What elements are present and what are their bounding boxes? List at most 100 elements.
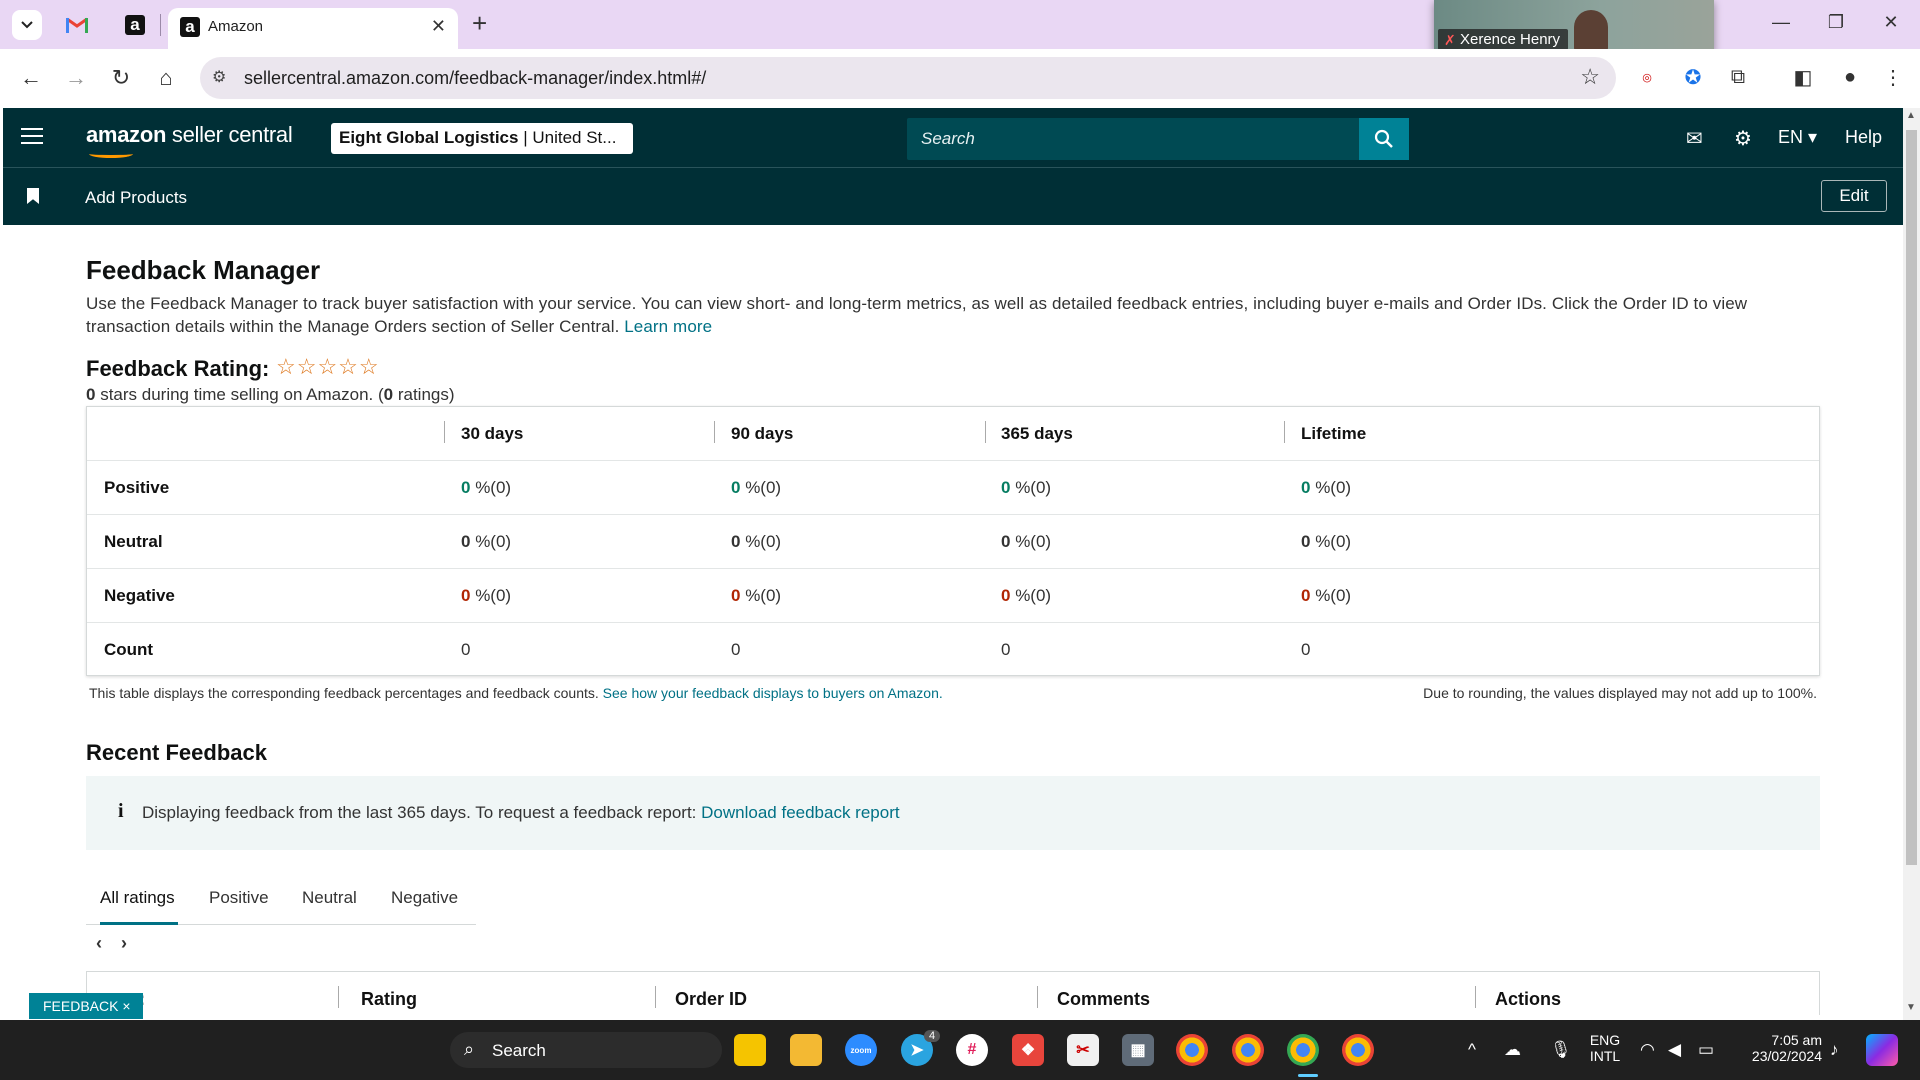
site-info-icon[interactable]: ⚙ (212, 67, 232, 87)
app-red-icon[interactable]: ❖ (1012, 1034, 1044, 1066)
extension-puzzle-blue-icon[interactable]: ✪ (1680, 64, 1706, 90)
back-button[interactable]: ← (16, 65, 46, 91)
windows-start-icon[interactable] (400, 1034, 432, 1066)
column-header: 30 days (461, 424, 524, 443)
more-menu-icon[interactable]: ⋮ (1880, 64, 1906, 90)
address-bar[interactable]: ⚙ sellercentral.amazon.com/feedback-mana… (200, 57, 1616, 99)
close-tab-icon[interactable]: ✕ (431, 16, 446, 37)
participant-video (1574, 10, 1608, 52)
feedback-widget-button[interactable]: FEEDBACK × (29, 993, 143, 1019)
stars-summary: 0 stars during time selling on Amazon. (… (86, 385, 455, 405)
battery-icon[interactable]: ▭ (1698, 1040, 1714, 1060)
column-divider (1475, 986, 1476, 1008)
extensions-icon[interactable]: ⧉ (1725, 64, 1751, 90)
calculator-icon[interactable]: ▦ (1122, 1034, 1154, 1066)
header-bookmarks-row: Add Products Edit (3, 169, 1903, 225)
amazon-pinned-tab[interactable]: a (122, 12, 148, 38)
table-cell: 0 (731, 640, 741, 659)
settings-gear-icon[interactable]: ⚙ (1734, 126, 1752, 151)
seller-central-logo[interactable]: amazon seller central (86, 122, 293, 148)
tab-positive[interactable]: Positive (209, 888, 269, 908)
sticky-notes-icon[interactable] (734, 1034, 766, 1066)
amazon-smile-logo (89, 150, 133, 158)
scroll-up-arrow-icon[interactable]: ▲ (1906, 110, 1916, 121)
tab-search-button[interactable] (12, 10, 42, 40)
search-button[interactable] (1359, 118, 1409, 160)
microphone-icon[interactable]: 🎙 (1550, 1040, 1572, 1060)
new-tab-button[interactable]: + (472, 10, 487, 36)
taskbar-search[interactable]: ⌕ Search (450, 1032, 722, 1068)
page-scrollbar[interactable]: ▲ ▼ (1903, 108, 1920, 1020)
column-header-comments[interactable]: Comments (1057, 989, 1150, 1010)
home-button[interactable]: ⌂ (151, 65, 181, 91)
messages-mail-icon[interactable]: ✉ (1686, 126, 1703, 151)
seller-search-input[interactable] (907, 118, 1359, 160)
download-feedback-report-link[interactable]: Download feedback report (701, 803, 899, 822)
copilot-icon[interactable] (1866, 1034, 1898, 1066)
tab-negative[interactable]: Negative (391, 888, 458, 908)
learn-more-link[interactable]: Learn more (624, 317, 712, 336)
tab-neutral[interactable]: Neutral (302, 888, 357, 908)
table-cell: 0 %(0) (731, 532, 782, 551)
minimize-window-button[interactable]: — (1766, 12, 1796, 33)
chrome-profile-icon[interactable] (1232, 1034, 1264, 1066)
profile-avatar-icon[interactable]: ● (1837, 64, 1863, 90)
side-panel-icon[interactable]: ◧ (1790, 64, 1816, 90)
extension-icon[interactable]: ◎ (1634, 64, 1660, 90)
table-cell: 0 %(0) (461, 586, 512, 605)
onedrive-cloud-icon[interactable]: ☁ (1504, 1040, 1521, 1060)
show-hidden-icons-icon[interactable]: ^ (1468, 1040, 1476, 1060)
notification-bell-icon[interactable]: ♪ (1830, 1040, 1839, 1060)
rounding-note: Due to rounding, the values displayed ma… (1423, 685, 1817, 701)
bookmark-add-products[interactable]: Add Products (85, 188, 187, 208)
video-call-tile[interactable]: ✗ Xerence Henry (1434, 0, 1714, 52)
feedback-display-link[interactable]: See how your feedback displays to buyers… (603, 685, 943, 701)
file-explorer-icon[interactable] (790, 1034, 822, 1066)
info-alert-text: Displaying feedback from the last 365 da… (142, 803, 900, 823)
chevron-down-icon (21, 21, 33, 29)
scroll-down-arrow-icon[interactable]: ▼ (1906, 1002, 1916, 1013)
scroll-thumb[interactable] (1906, 130, 1917, 865)
telegram-badge: 4 (924, 1030, 940, 1042)
column-header-order-id[interactable]: Order ID (675, 989, 747, 1010)
help-link[interactable]: Help (1845, 127, 1882, 148)
hamburger-menu-icon[interactable] (21, 128, 43, 146)
edit-bookmarks-button[interactable]: Edit (1821, 180, 1887, 212)
forward-button[interactable]: → (61, 65, 91, 91)
account-switcher[interactable]: Eight Global Logistics | United St... (331, 123, 633, 154)
bookmark-star-icon[interactable]: ☆ (1580, 64, 1600, 90)
zoom-icon[interactable]: zoom (845, 1034, 877, 1066)
volume-icon[interactable]: ◀ (1668, 1040, 1681, 1060)
mic-off-icon: ✗ (1444, 32, 1456, 48)
chrome-icon[interactable] (1176, 1034, 1208, 1066)
seller-central-header: amazon seller central Eight Global Logis… (3, 108, 1903, 225)
system-clock[interactable]: 7:05 am 23/02/2024 (1736, 1032, 1822, 1064)
slack-icon[interactable]: # (956, 1034, 988, 1066)
close-window-button[interactable]: ✕ (1876, 12, 1906, 33)
gmail-pinned-tab[interactable] (64, 12, 90, 38)
url-text[interactable]: sellercentral.amazon.com/feedback-manage… (244, 68, 706, 89)
participant-name: Xerence Henry (1460, 31, 1561, 48)
header-top-row: amazon seller central Eight Global Logis… (3, 108, 1903, 168)
wifi-icon[interactable]: ◠ (1640, 1040, 1655, 1060)
rating-stars-icon: ☆☆☆☆☆ (276, 354, 380, 379)
tab-divider (160, 14, 161, 36)
column-header-rating[interactable]: Rating (361, 989, 417, 1010)
table-cell: 0 (1301, 640, 1311, 659)
row-label: Count (104, 640, 154, 659)
restore-window-button[interactable]: ❐ (1821, 12, 1851, 33)
reload-button[interactable]: ↻ (106, 65, 136, 91)
chrome-active-icon[interactable] (1287, 1034, 1319, 1066)
language-indicator[interactable]: ENG INTL (1588, 1032, 1622, 1064)
chevron-left-icon[interactable]: ‹ (96, 933, 102, 953)
language-selector[interactable]: EN ▾ (1778, 127, 1817, 148)
bookmark-icon[interactable] (27, 188, 39, 204)
chevron-right-icon[interactable]: › (121, 933, 127, 953)
row-label: Negative (104, 586, 175, 605)
snipping-tool-icon[interactable]: ✂ (1067, 1034, 1099, 1066)
table-cell: 0 %(0) (1301, 586, 1352, 605)
tab-all-ratings[interactable]: All ratings (100, 888, 175, 908)
language-code: ENG (1589, 1032, 1621, 1048)
active-browser-tab[interactable]: a Amazon ✕ (168, 8, 458, 49)
chrome-other-icon[interactable] (1342, 1034, 1374, 1066)
